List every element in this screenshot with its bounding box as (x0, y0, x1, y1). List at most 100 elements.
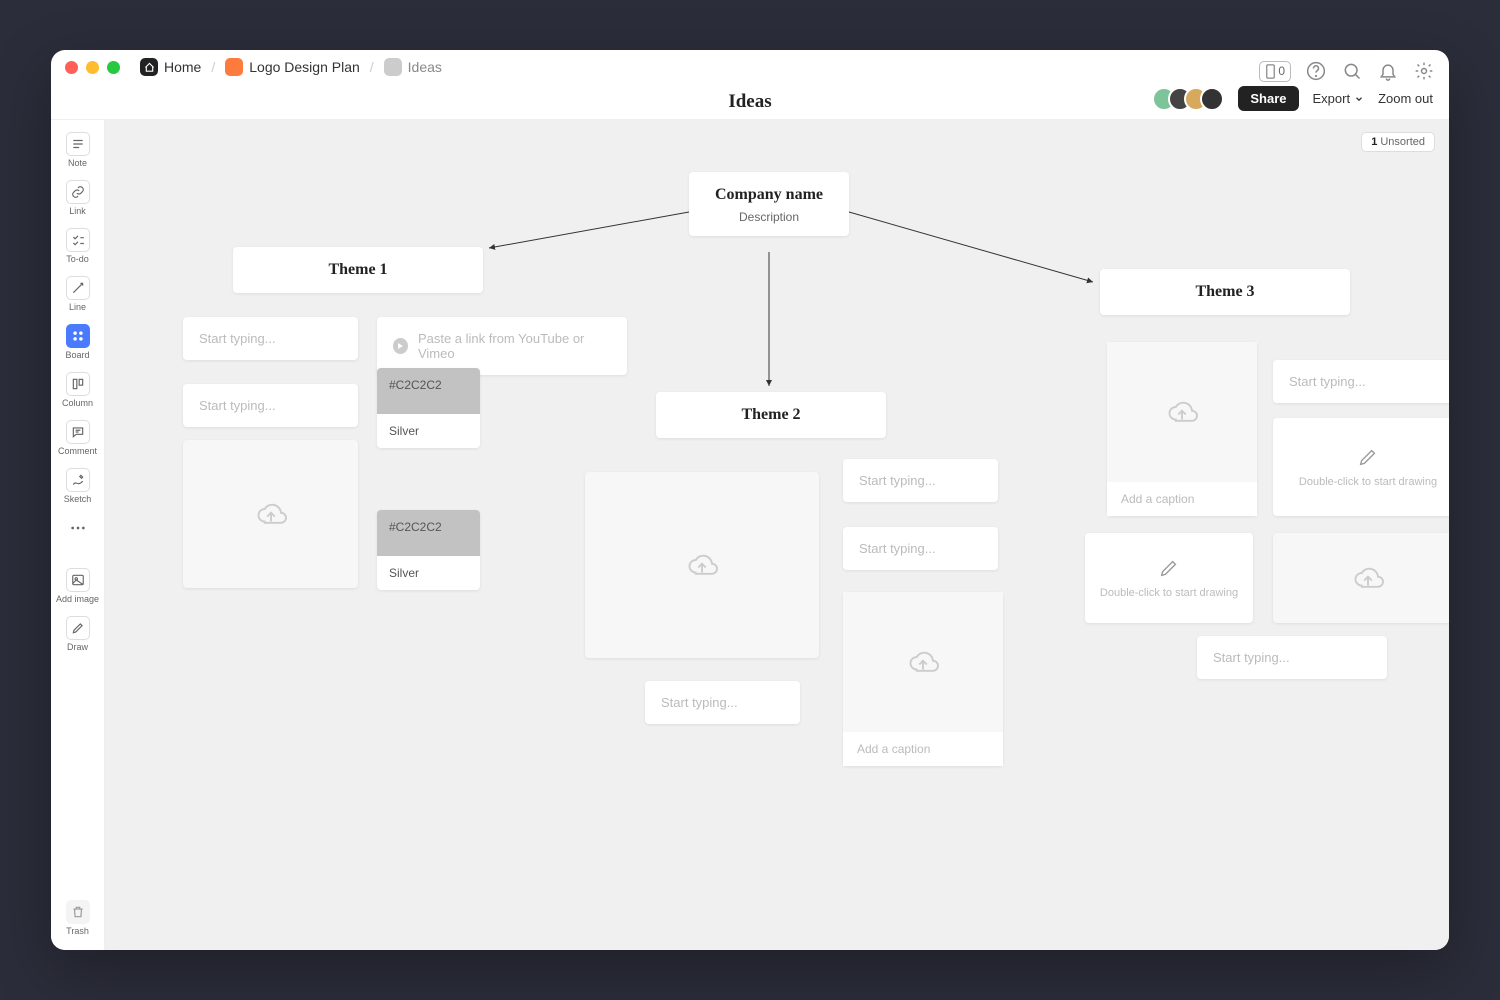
avatar (1200, 87, 1224, 111)
breadcrumb-separator: / (370, 59, 374, 75)
image-caption-card[interactable]: Add a caption (843, 592, 1003, 766)
sketch-placeholder: Double-click to start drawing (1100, 587, 1238, 599)
trash-icon (66, 900, 90, 924)
color-swatch-card[interactable]: #C2C2C2 Silver (377, 510, 480, 590)
tool-note[interactable]: Note (56, 128, 100, 172)
theme3-title: Theme 3 (1114, 283, 1336, 301)
sketch-card[interactable]: Double-click to start drawing (1273, 418, 1449, 516)
sketch-card[interactable]: Double-click to start drawing (1085, 533, 1253, 623)
breadcrumb-home-label: Home (164, 59, 201, 75)
upload-icon (253, 499, 289, 529)
caption-placeholder: Add a caption (1107, 482, 1257, 516)
image-icon (66, 568, 90, 592)
color-swatch-card[interactable]: #C2C2C2 Silver (377, 368, 480, 448)
play-icon (393, 338, 408, 354)
breadcrumb-project[interactable]: Logo Design Plan (225, 58, 360, 76)
note-icon (66, 132, 90, 156)
sketch-placeholder: Double-click to start drawing (1299, 476, 1437, 488)
breadcrumb-separator: / (211, 59, 215, 75)
theme2-title: Theme 2 (670, 406, 872, 424)
upload-icon (905, 647, 941, 677)
comment-icon (66, 420, 90, 444)
more-icon (66, 516, 90, 540)
canvas[interactable]: 1Unsorted Company name Description Theme… (105, 120, 1449, 950)
text-card[interactable]: Start typing... (1273, 360, 1449, 403)
upload-icon (684, 550, 720, 580)
text-placeholder: Start typing... (199, 398, 276, 413)
export-button[interactable]: Export (1313, 91, 1365, 106)
link-icon (66, 180, 90, 204)
text-placeholder: Start typing... (199, 331, 276, 346)
tool-todo[interactable]: To-do (56, 224, 100, 268)
breadcrumb-current-label: Ideas (408, 59, 442, 75)
todo-icon (66, 228, 90, 252)
title-right-controls: Share Export Zoom out (1160, 86, 1433, 111)
pencil-icon (1158, 557, 1180, 579)
titlebar: Home / Logo Design Plan / Ideas 0 (51, 50, 1449, 84)
upload-icon (1350, 563, 1386, 593)
export-label: Export (1313, 91, 1351, 106)
unsorted-label: Unsorted (1380, 136, 1425, 148)
window-maximize-button[interactable] (107, 61, 120, 74)
unsorted-badge[interactable]: 1Unsorted (1361, 132, 1435, 152)
tool-sketch[interactable]: Sketch (56, 464, 100, 508)
text-card[interactable]: Start typing... (183, 317, 358, 360)
video-link-card[interactable]: Paste a link from YouTube or Vimeo (377, 317, 627, 375)
title-row: Ideas Share Export Zoom out (51, 84, 1449, 120)
tool-link[interactable]: Link (56, 176, 100, 220)
theme1-node[interactable]: Theme 1 (233, 247, 483, 293)
board-icon (384, 58, 402, 76)
color-name: Silver (377, 414, 480, 448)
collaborator-avatars[interactable] (1160, 87, 1224, 111)
theme2-node[interactable]: Theme 2 (656, 392, 886, 438)
window-minimize-button[interactable] (86, 61, 99, 74)
theme3-node[interactable]: Theme 3 (1100, 269, 1350, 315)
caption-placeholder: Add a caption (843, 732, 1003, 766)
text-card[interactable]: Start typing... (843, 527, 998, 570)
tool-board[interactable]: Board (56, 320, 100, 364)
text-placeholder: Start typing... (859, 541, 936, 556)
color-hex: #C2C2C2 (377, 368, 480, 414)
video-placeholder: Paste a link from YouTube or Vimeo (418, 331, 611, 361)
tool-line[interactable]: Line (56, 272, 100, 316)
text-placeholder: Start typing... (859, 473, 936, 488)
text-card[interactable]: Start typing... (843, 459, 998, 502)
project-icon (225, 58, 243, 76)
breadcrumb-home[interactable]: Home (140, 58, 201, 76)
app-window: Home / Logo Design Plan / Ideas 0 (51, 50, 1449, 950)
upload-icon (1164, 397, 1200, 427)
tool-trash[interactable]: Trash (56, 896, 100, 940)
breadcrumb: Home / Logo Design Plan / Ideas (140, 58, 442, 76)
tool-add-image[interactable]: Add image (56, 564, 100, 608)
upload-card[interactable] (585, 472, 819, 658)
page-title: Ideas (728, 91, 771, 113)
left-toolbar: Note Link To-do Line Board Column Commen… (51, 120, 105, 950)
root-node[interactable]: Company name Description (689, 172, 849, 236)
unsorted-count: 1 (1371, 136, 1377, 148)
share-button[interactable]: Share (1238, 86, 1298, 111)
root-description: Description (699, 210, 839, 224)
help-button[interactable] (1305, 60, 1327, 82)
mobile-sync-button[interactable]: 0 (1259, 61, 1291, 82)
root-title: Company name (699, 186, 839, 204)
breadcrumb-current[interactable]: Ideas (384, 58, 442, 76)
tool-comment[interactable]: Comment (56, 416, 100, 460)
notifications-button[interactable] (1377, 60, 1399, 82)
color-name: Silver (377, 556, 480, 590)
tool-column[interactable]: Column (56, 368, 100, 412)
tool-more[interactable] (56, 512, 100, 544)
window-close-button[interactable] (65, 61, 78, 74)
settings-button[interactable] (1413, 60, 1435, 82)
line-icon (66, 276, 90, 300)
text-card[interactable]: Start typing... (183, 384, 358, 427)
pencil-icon (1357, 446, 1379, 468)
text-card[interactable]: Start typing... (645, 681, 800, 724)
text-card[interactable]: Start typing... (1197, 636, 1387, 679)
upload-card[interactable] (1273, 533, 1449, 623)
image-caption-card[interactable]: Add a caption (1107, 342, 1257, 516)
tool-draw[interactable]: Draw (56, 612, 100, 656)
upload-card[interactable] (183, 440, 358, 588)
search-button[interactable] (1341, 60, 1363, 82)
breadcrumb-project-label: Logo Design Plan (249, 59, 360, 75)
zoom-out-button[interactable]: Zoom out (1378, 91, 1433, 106)
